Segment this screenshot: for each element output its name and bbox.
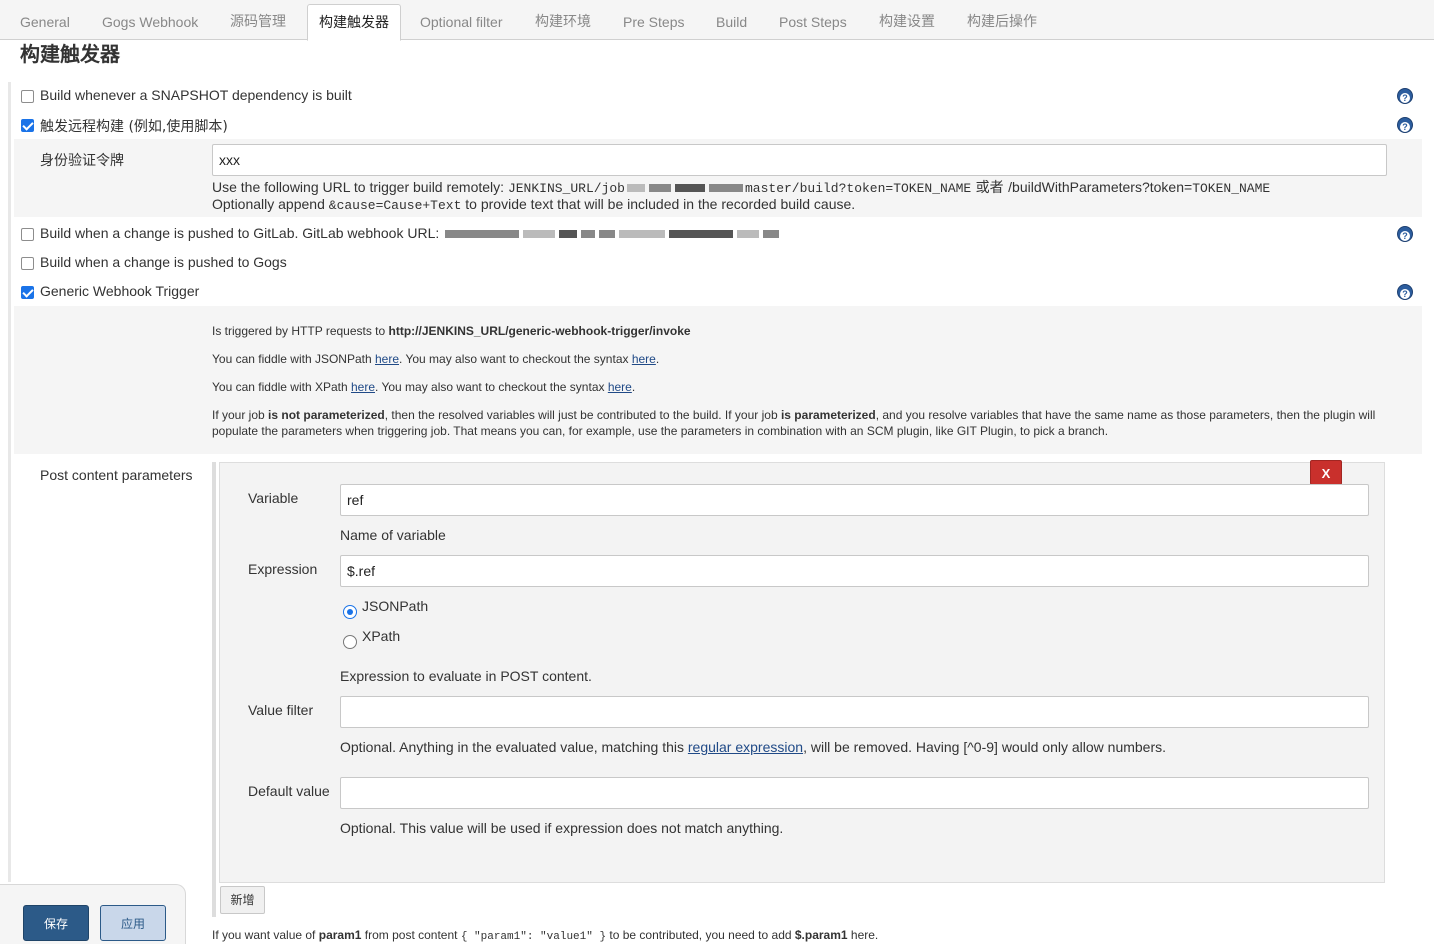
xpath-help: You can fiddle with XPath here. You may … — [212, 380, 636, 394]
trigger-url-help: Use the following URL to trigger build r… — [212, 179, 1271, 196]
post-content-label: Post content parameters — [40, 467, 193, 483]
value-filter-hint: Optional. Anything in the evaluated valu… — [340, 739, 1167, 755]
parameterized-help-line2: populate the parameters when triggering … — [212, 424, 1109, 438]
tab-pre-steps[interactable]: Pre Steps — [623, 4, 684, 40]
parameterized-help-line1: If your job is not parameterized, then t… — [212, 408, 1376, 422]
xpath-syntax-link[interactable]: here — [608, 380, 632, 394]
value-filter-label: Value filter — [248, 702, 314, 718]
help-icon[interactable]: ? — [1397, 117, 1413, 133]
token-input[interactable]: xxx — [212, 144, 1387, 176]
save-button[interactable]: 保存 — [23, 905, 89, 941]
variable-label: Variable — [248, 490, 299, 506]
tab-bar: General Gogs Webhook 源码管理 构建触发器 Optional… — [0, 0, 1434, 41]
section-divider — [8, 82, 11, 882]
help-icon[interactable]: ? — [1397, 226, 1413, 242]
value-filter-input[interactable] — [340, 696, 1369, 728]
repeatable-rule — [212, 462, 216, 917]
jsonpath-syntax-link[interactable]: here — [632, 352, 656, 366]
snapshot-label: Build whenever a SNAPSHOT dependency is … — [40, 87, 352, 103]
expression-input[interactable]: $.ref — [340, 555, 1369, 587]
tab-build[interactable]: Build — [716, 4, 747, 40]
tab-post-build-actions[interactable]: 构建后操作 — [967, 4, 1037, 40]
redacted-block — [626, 184, 645, 193]
jsonpath-radio-label: JSONPath — [362, 598, 429, 614]
jsonpath-radio[interactable] — [343, 605, 357, 619]
remote-trigger-checkbox[interactable] — [21, 119, 34, 132]
gogs-label: Build when a change is pushed to Gogs — [40, 254, 287, 270]
expression-label: Expression — [248, 561, 318, 577]
jsonpath-help: You can fiddle with JSONPath here. You m… — [212, 352, 660, 366]
delete-parameter-button[interactable]: X — [1310, 460, 1342, 485]
xpath-fiddle-link[interactable]: here — [351, 380, 375, 394]
regular-expression-link[interactable]: regular expression — [688, 739, 803, 755]
tab-build-environment[interactable]: 构建环境 — [535, 4, 591, 40]
tab-gogs-webhook[interactable]: Gogs Webhook — [102, 4, 198, 40]
tab-optional-filter[interactable]: Optional filter — [420, 4, 502, 40]
default-value-label: Default value — [248, 783, 330, 799]
redacted-url — [445, 230, 520, 239]
expression-hint: Expression to evaluate in POST content. — [340, 668, 592, 684]
section-title: 构建触发器 — [20, 42, 120, 66]
generic-webhook-label: Generic Webhook Trigger — [40, 283, 200, 299]
tab-source-management[interactable]: 源码管理 — [230, 4, 286, 40]
generic-webhook-checkbox[interactable] — [21, 286, 34, 299]
default-value-hint: Optional. This value will be used if exp… — [340, 820, 784, 836]
gitlab-checkbox[interactable] — [21, 228, 34, 241]
tab-build-triggers[interactable]: 构建触发器 — [307, 4, 401, 41]
apply-button[interactable]: 应用 — [100, 905, 166, 941]
tab-build-settings[interactable]: 构建设置 — [879, 4, 935, 40]
param-usage-note: If you want value of param1 from post co… — [212, 928, 879, 943]
gogs-checkbox[interactable] — [21, 257, 34, 270]
remote-trigger-label: 触发远程构建 (例如,使用脚本) — [40, 119, 228, 135]
help-icon[interactable]: ? — [1397, 88, 1413, 104]
jsonpath-fiddle-link[interactable]: here — [375, 352, 399, 366]
token-label: 身份验证令牌 — [40, 153, 124, 169]
help-icon[interactable]: ? — [1397, 284, 1413, 300]
default-value-input[interactable] — [340, 777, 1369, 809]
invoke-url-text: Is triggered by HTTP requests to http://… — [212, 324, 691, 338]
xpath-radio[interactable] — [343, 635, 357, 649]
add-parameter-button[interactable]: 新增 — [220, 886, 265, 914]
gitlab-label: Build when a change is pushed to GitLab.… — [40, 225, 781, 241]
snapshot-checkbox[interactable] — [21, 90, 34, 103]
variable-hint: Name of variable — [340, 527, 446, 543]
tab-post-steps[interactable]: Post Steps — [779, 4, 847, 40]
xpath-radio-label: XPath — [362, 628, 401, 644]
tab-general[interactable]: General — [20, 4, 70, 40]
variable-input[interactable]: ref — [340, 484, 1369, 516]
cause-help: Optionally append &cause=Cause+Text to p… — [212, 196, 856, 213]
